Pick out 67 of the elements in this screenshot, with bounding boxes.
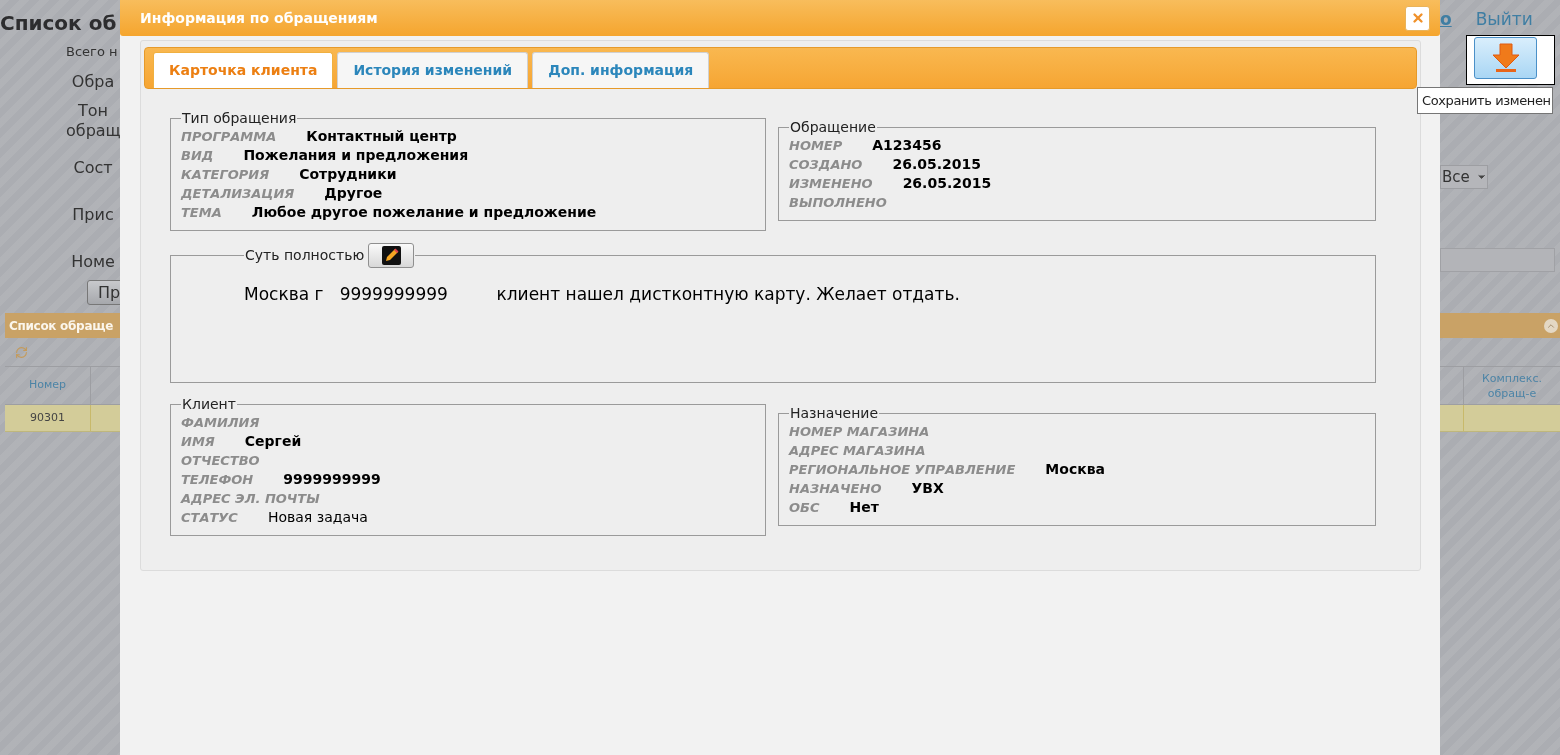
filter-label: Сост (72, 157, 114, 178)
number-input[interactable] (1440, 248, 1555, 272)
tab[interactable]: История изменений (337, 52, 529, 88)
field-label: ТЕЛЕФОН (181, 471, 254, 489)
tooltip: Сохранить изменен (1417, 87, 1553, 114)
field-value: Новая задача (267, 508, 368, 527)
field-label: АДРЕС ЭЛ. ПОЧТЫ (181, 490, 320, 508)
collapse-icon[interactable] (1544, 318, 1558, 333)
section-legend: Тип обращения (181, 109, 298, 127)
section-legend: Суть полностью (245, 245, 365, 266)
field-label: СОЗДАНО (789, 156, 863, 174)
field-label: ИЗМЕНЕНО (789, 175, 873, 193)
field-label: ТЕМА (181, 204, 222, 222)
close-button[interactable] (1405, 5, 1430, 31)
column-header[interactable]: Номер (5, 367, 91, 404)
field-value: 26.05.2015 (892, 155, 981, 174)
logout-link[interactable]: Выйти (1475, 6, 1533, 32)
field-value: Контактный центр (306, 127, 457, 146)
modal-title: Информация по обращениям (140, 8, 378, 28)
tab[interactable]: Доп. информация (532, 52, 710, 88)
section-legend: Клиент (181, 395, 237, 413)
field-value: Нет (849, 498, 879, 517)
field-label: КАТЕГОРИЯ (181, 166, 270, 184)
field-label: ВЫПОЛНЕНО (789, 194, 887, 212)
filter-label: Прис (71, 204, 115, 225)
section-legend: Назначение (789, 404, 880, 422)
field-label: АДРЕС МАГАЗИНА (789, 442, 926, 460)
field-value: Пожелания и предложения (243, 146, 469, 165)
field-label: ВИД (181, 147, 214, 165)
field-label: ДЕТАЛИЗАЦИЯ (181, 185, 295, 203)
field-label: РЕГИОНАЛЬНОЕ УПРАВЛЕНИЕ (789, 461, 1016, 479)
column-header[interactable]: Комплекс. обращ-е (1463, 367, 1560, 404)
field-label: НАЗНАЧЕНО (789, 480, 882, 498)
field-value: 9999999999 (283, 470, 381, 489)
field-label: ОТЧЕСТВО (181, 452, 260, 470)
field-label: НОМЕР МАГАЗИНА (789, 423, 930, 441)
tab[interactable]: Карточка клиента (153, 52, 334, 88)
edit-button[interactable] (368, 243, 415, 268)
pencil-icon (381, 246, 401, 265)
field-label: СТАТУС (181, 509, 238, 527)
field-value: Сотрудники (299, 165, 397, 184)
summary-text: Москва г 9999999999 клиент нашел дистконтную карту. Желает отдать. (244, 284, 960, 304)
field-label: ПРОГРАММА (181, 128, 277, 146)
filter-label: Обра (70, 71, 116, 92)
save-button[interactable] (1474, 37, 1537, 79)
field-label: НОМЕР (789, 137, 843, 155)
field-value: Любое другое пожелание и предложение (251, 203, 597, 222)
field-label: ИМЯ (181, 433, 215, 451)
total-count-text: Всего н (66, 43, 119, 61)
close-icon (1410, 11, 1425, 25)
field-value: A123456 (872, 136, 942, 155)
field-value: Другое (324, 184, 383, 203)
panel-title: Список обраще (9, 317, 113, 335)
status-select[interactable]: Все (1440, 165, 1488, 189)
header-link[interactable]: о (1440, 6, 1452, 32)
field-value: Москва (1045, 460, 1105, 479)
field-label: ФАМИЛИЯ (181, 414, 260, 432)
field-value: Сергей (244, 432, 302, 451)
field-label: ОБС (789, 499, 820, 517)
field-value: 26.05.2015 (902, 174, 992, 193)
section-legend: Обращение (789, 118, 877, 136)
refresh-icon[interactable] (15, 345, 28, 359)
filter-label: Тон обращ (66, 100, 120, 141)
filter-label: Номе (70, 251, 116, 272)
page-title: Список об (0, 10, 118, 36)
table-cell: 90301 (5, 405, 91, 431)
field-value: УВХ (911, 479, 944, 498)
